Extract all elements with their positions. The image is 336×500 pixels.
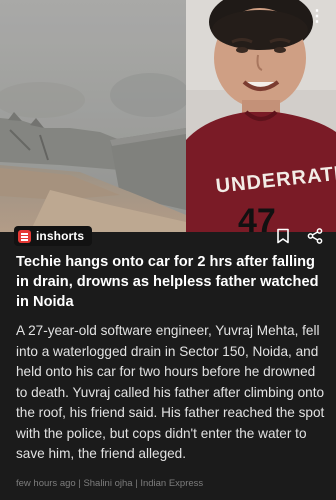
article-content: Techie hangs onto car for 2 hrs after fa…	[16, 252, 328, 465]
article-author: Shalini ojha	[83, 478, 133, 489]
news-image[interactable]: UNDERRATED 47 ⋮	[0, 0, 336, 232]
drain-scene-photo	[0, 0, 186, 232]
article-publisher-link[interactable]: Indian Express	[140, 478, 203, 489]
article-time: few hours ago	[16, 478, 76, 489]
portrait-photo: UNDERRATED 47	[186, 0, 336, 232]
share-icon[interactable]	[306, 227, 324, 245]
article-footer: few hours ago | Shalini ojha | Indian Ex…	[16, 478, 203, 489]
more-vertical-icon[interactable]: ⋮	[306, 8, 328, 26]
article-headline[interactable]: Techie hangs onto car for 2 hrs after fa…	[16, 252, 328, 312]
brand-name: inshorts	[36, 229, 85, 243]
publisher-brand-badge[interactable]: inshorts	[14, 226, 93, 246]
card-actions	[274, 227, 324, 245]
inshorts-logo-icon	[18, 229, 31, 243]
article-body: A 27-year-old software engineer, Yuvraj …	[16, 323, 325, 461]
bookmark-icon[interactable]	[274, 227, 292, 245]
source-bar: inshorts	[0, 225, 336, 247]
